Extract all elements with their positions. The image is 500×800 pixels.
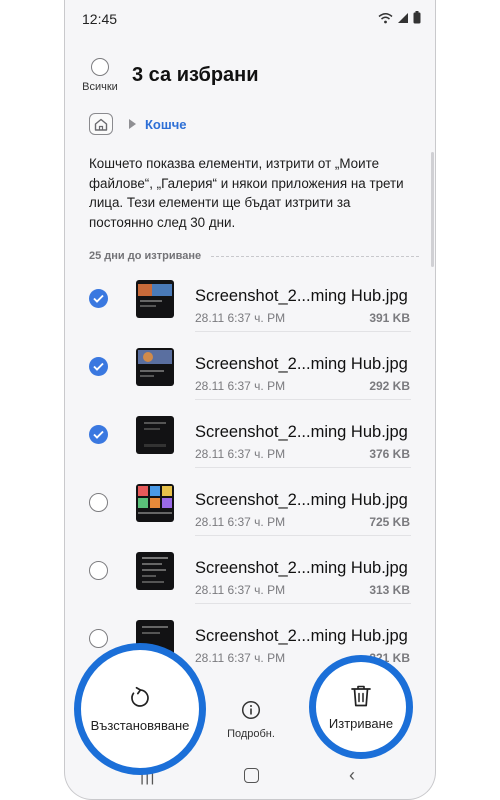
file-row[interactable]: Screenshot_2...ming Hub.jpg 28.11 6:37 ч… bbox=[65, 468, 435, 536]
section-header: 25 дни до изтриване bbox=[89, 250, 419, 262]
file-thumbnail bbox=[136, 416, 174, 454]
breadcrumb-arrow-icon bbox=[129, 119, 136, 129]
section-label: 25 дни до изтриване bbox=[89, 250, 202, 262]
info-icon bbox=[241, 700, 261, 720]
file-row[interactable]: Screenshot_2...ming Hub.jpg 28.11 6:37 ч… bbox=[65, 536, 435, 604]
status-icons bbox=[378, 11, 421, 24]
delete-button[interactable]: Изтриване bbox=[309, 655, 413, 759]
file-thumbnail bbox=[136, 484, 174, 522]
home-icon bbox=[94, 118, 108, 131]
file-checkbox[interactable] bbox=[89, 629, 108, 648]
file-row[interactable]: Screenshot_2...ming Hub.jpg 28.11 6:37 ч… bbox=[65, 264, 435, 332]
file-row[interactable]: Screenshot_2...ming Hub.jpg 28.11 6:37 ч… bbox=[65, 332, 435, 400]
file-size: 313 KB bbox=[369, 583, 410, 597]
file-size: 376 KB bbox=[369, 447, 410, 461]
file-name: Screenshot_2...ming Hub.jpg bbox=[195, 355, 408, 373]
file-size: 391 KB bbox=[369, 311, 410, 325]
delete-label: Изтриване bbox=[328, 715, 394, 731]
file-date: 28.11 6:37 ч. PM bbox=[195, 447, 286, 461]
file-thumbnail bbox=[136, 280, 174, 318]
system-home-button[interactable] bbox=[244, 768, 259, 783]
file-name: Screenshot_2...ming Hub.jpg bbox=[195, 287, 408, 305]
restore-label: Възстановяване bbox=[90, 717, 190, 733]
status-time: 12:45 bbox=[82, 11, 118, 27]
file-size: 725 KB bbox=[369, 515, 410, 529]
file-date: 28.11 6:37 ч. PM bbox=[195, 515, 286, 529]
select-all-checkbox[interactable] bbox=[91, 58, 109, 76]
file-checkbox[interactable] bbox=[89, 493, 108, 512]
details-button[interactable]: Подробн. bbox=[215, 700, 287, 740]
file-thumbnail bbox=[136, 348, 174, 386]
file-checkbox[interactable] bbox=[89, 357, 108, 376]
file-checkbox[interactable] bbox=[89, 561, 108, 580]
page-title: 3 са избрани bbox=[132, 64, 259, 86]
select-all-toggle[interactable]: Всички bbox=[77, 58, 123, 93]
trash-description: Кошчето показва елементи, изтрити от „Мо… bbox=[89, 156, 404, 230]
section-divider bbox=[211, 255, 419, 257]
status-bar: 12:45 bbox=[65, 0, 435, 38]
battery-icon bbox=[413, 11, 421, 24]
restore-icon bbox=[131, 686, 149, 707]
file-name: Screenshot_2...ming Hub.jpg bbox=[195, 491, 408, 509]
wifi-icon bbox=[378, 12, 393, 23]
select-all-label: Всички bbox=[82, 81, 118, 93]
checkmark-icon bbox=[93, 294, 104, 303]
file-name: Screenshot_2...ming Hub.jpg bbox=[195, 627, 408, 645]
file-date: 28.11 6:37 ч. PM bbox=[195, 583, 286, 597]
trash-icon bbox=[351, 685, 371, 706]
file-date: 28.11 6:37 ч. PM bbox=[195, 311, 286, 325]
breadcrumb: Кошче bbox=[89, 113, 187, 135]
checkmark-icon bbox=[93, 430, 104, 439]
breadcrumb-current[interactable]: Кошче bbox=[145, 117, 187, 132]
file-checkbox[interactable] bbox=[89, 425, 108, 444]
file-checkbox[interactable] bbox=[89, 289, 108, 308]
home-button[interactable] bbox=[89, 113, 113, 135]
system-back-button[interactable]: ‹ bbox=[349, 765, 355, 786]
file-name: Screenshot_2...ming Hub.jpg bbox=[195, 423, 408, 441]
file-date: 28.11 6:37 ч. PM bbox=[195, 379, 286, 393]
file-size: 292 KB bbox=[369, 379, 410, 393]
scrollbar[interactable] bbox=[431, 152, 434, 267]
checkmark-icon bbox=[93, 362, 104, 371]
file-thumbnail bbox=[136, 552, 174, 590]
file-row[interactable]: Screenshot_2...ming Hub.jpg 28.11 6:37 ч… bbox=[65, 400, 435, 468]
details-label: Подробн. bbox=[227, 728, 275, 740]
signal-icon bbox=[398, 12, 408, 23]
file-name: Screenshot_2...ming Hub.jpg bbox=[195, 559, 408, 577]
restore-button[interactable]: Възстановяване bbox=[74, 643, 206, 775]
file-date: 28.11 6:37 ч. PM bbox=[195, 651, 286, 665]
